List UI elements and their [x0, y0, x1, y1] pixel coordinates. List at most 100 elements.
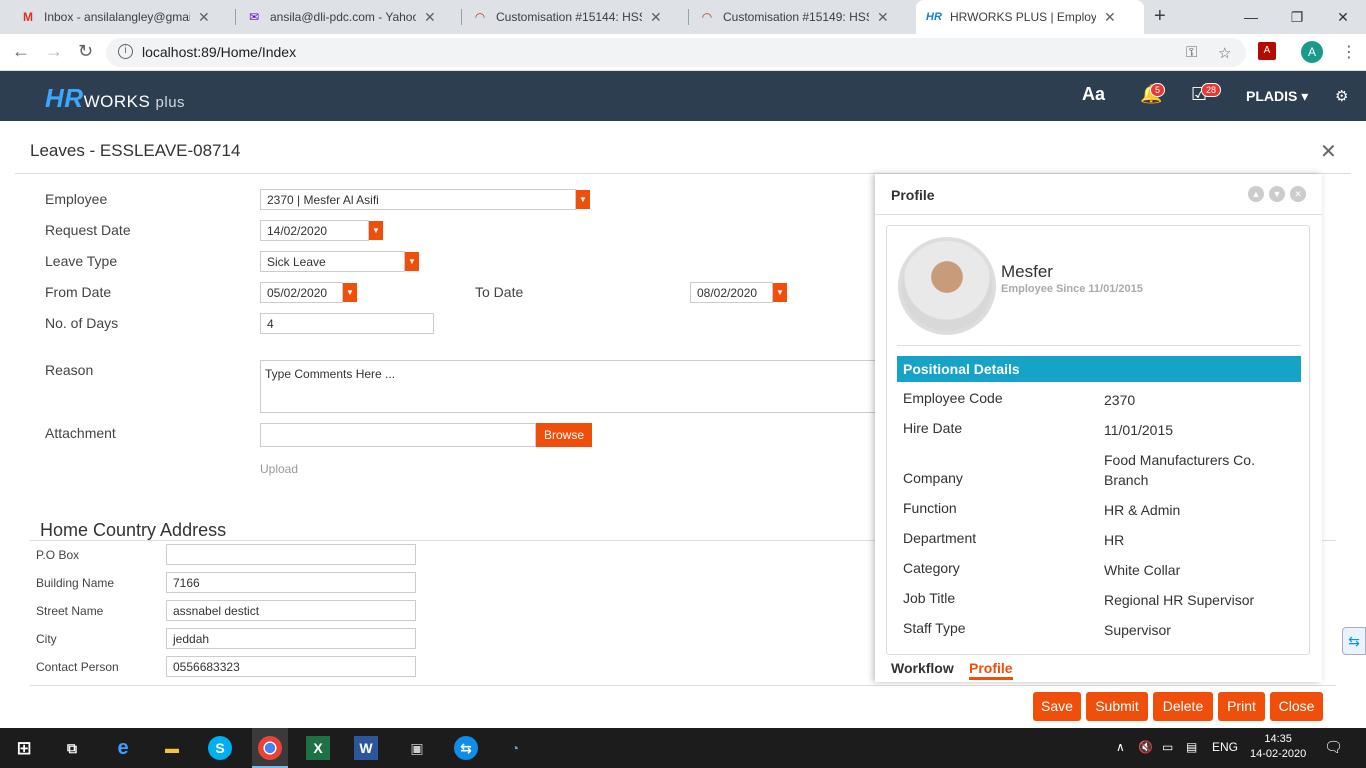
browse-button[interactable]: Browse	[536, 423, 592, 447]
chevron-down-icon[interactable]: ▼	[1269, 186, 1285, 202]
font-size-button[interactable]: Aa	[1082, 84, 1105, 105]
maximize-icon[interactable]: ❐	[1274, 0, 1320, 34]
volume-muted-icon[interactable]: 🔇	[1138, 740, 1153, 754]
leave-type-label: Leave Type	[45, 253, 118, 269]
remote-desktop-icon[interactable]: ▣	[405, 736, 429, 760]
forward-icon[interactable]: →	[45, 41, 63, 62]
to-date-dropdown-icon[interactable]: ▼	[773, 283, 787, 302]
browser-tab-redmine-15144[interactable]: ◠ Customisation #15144: HSS-UI ✕	[462, 0, 689, 34]
edge-icon[interactable]: e	[111, 736, 135, 760]
close-button[interactable]: Close	[1270, 692, 1323, 721]
close-tab-icon[interactable]: ✕	[650, 9, 662, 26]
tab-profile[interactable]: Profile	[969, 660, 1013, 680]
detail-value: Regional HR Supervisor	[1104, 592, 1255, 608]
browser-tab-hrworks[interactable]: HR HRWORKS PLUS | Employee Se ✕	[916, 0, 1144, 34]
to-date-label: To Date	[475, 284, 524, 300]
city-field[interactable]: jeddah	[166, 628, 416, 649]
leave-type-select[interactable]: Sick Leave	[260, 251, 405, 272]
teamviewer-side-icon[interactable]: ⇆	[1342, 627, 1366, 655]
street-name-label: Street Name	[36, 604, 104, 618]
app-icon[interactable]: ◔	[503, 736, 527, 760]
system-clock[interactable]: 14:35 14-02-2020	[1250, 732, 1306, 762]
print-button[interactable]: Print	[1218, 692, 1265, 721]
site-info-icon[interactable]: i	[118, 44, 133, 59]
po-box-label: P.O Box	[36, 548, 80, 562]
to-date-field[interactable]: 08/02/2020	[690, 282, 773, 303]
close-tab-icon[interactable]: ✕	[1104, 9, 1116, 26]
from-date-dropdown-icon[interactable]: ▼	[343, 283, 357, 302]
minimize-icon[interactable]: —	[1228, 0, 1274, 34]
chrome-icon[interactable]	[258, 736, 282, 760]
close-panel-icon[interactable]: ✕	[1290, 186, 1306, 202]
settings-gears-icon[interactable]: ⚙	[1335, 87, 1348, 105]
task-view-icon[interactable]: ⧉	[60, 736, 84, 760]
contact-person-field[interactable]: 0556683323	[166, 656, 416, 677]
detail-value: Supervisor	[1104, 622, 1171, 638]
reason-textarea[interactable]: Type Comments Here ...	[260, 360, 930, 413]
browser-menu-icon[interactable]: ⋮	[1341, 42, 1357, 62]
from-date-label: From Date	[45, 284, 112, 300]
close-window-icon[interactable]: ✕	[1320, 0, 1366, 34]
panel-divider	[875, 214, 1322, 215]
days-field[interactable]: 4	[260, 313, 434, 334]
word-icon[interactable]: W	[354, 736, 378, 760]
detail-value: White Collar	[1104, 562, 1181, 578]
network-icon[interactable]: ▭	[1162, 740, 1173, 754]
request-date-field[interactable]: 14/02/2020	[260, 220, 369, 241]
teamviewer-icon[interactable]: ⇆	[454, 736, 478, 760]
submit-button[interactable]: Submit	[1086, 692, 1148, 721]
url-text[interactable]: localhost:89/Home/Index	[142, 44, 296, 60]
attachment-field[interactable]	[260, 423, 536, 447]
tray-chevron-up-icon[interactable]: ∧	[1116, 740, 1125, 754]
pdf-extension-icon[interactable]: A	[1258, 42, 1276, 60]
building-name-field[interactable]: 7166	[166, 572, 416, 593]
skype-icon[interactable]: S	[208, 736, 232, 760]
bookmark-star-icon[interactable]: ☆	[1218, 44, 1231, 62]
delete-button[interactable]: Delete	[1153, 692, 1213, 721]
attachment-label: Attachment	[45, 425, 116, 441]
hrworks-logo[interactable]: HRWORKS plus	[45, 83, 185, 114]
request-date-dropdown-icon[interactable]: ▼	[369, 221, 383, 240]
org-name: PLADIS	[1246, 88, 1298, 104]
browser-tab-gmail[interactable]: M Inbox - ansilalangley@gmail.cc ✕	[10, 0, 236, 34]
employee-photo	[898, 237, 996, 335]
logo-plus: plus	[155, 94, 186, 111]
close-tab-icon[interactable]: ✕	[424, 9, 436, 26]
from-date-field[interactable]: 05/02/2020	[260, 282, 343, 303]
logo-hr: HR	[45, 83, 84, 113]
new-tab-button[interactable]: +	[1154, 5, 1166, 28]
back-icon[interactable]: ←	[12, 41, 30, 62]
leave-type-dropdown-icon[interactable]: ▼	[405, 252, 419, 271]
employee-select[interactable]: 2370 | Mesfer Al Asifi	[260, 189, 576, 210]
tab-workflow[interactable]: Workflow	[891, 660, 954, 676]
url-bar[interactable]: i localhost:89/Home/Index ⚿ ☆	[106, 38, 1246, 67]
close-page-icon[interactable]: ✕	[1320, 139, 1337, 164]
close-tab-icon[interactable]: ✕	[877, 9, 889, 26]
street-name-field[interactable]: assnabel destict	[166, 600, 416, 621]
tab-title: Customisation #15149: HSS-UI	[723, 10, 869, 24]
display-icon[interactable]: ▤	[1186, 740, 1197, 754]
save-button[interactable]: Save	[1033, 692, 1081, 721]
key-icon[interactable]: ⚿	[1186, 44, 1197, 61]
reload-icon[interactable]: ↻	[78, 41, 93, 62]
profile-card: Mesfer Employee Since 11/01/2015 Positio…	[886, 225, 1310, 655]
browser-tab-redmine-15149[interactable]: ◠ Customisation #15149: HSS-UI ✕	[689, 0, 916, 34]
clock-time: 14:35	[1264, 733, 1292, 745]
org-switcher[interactable]: PLADIS ▾	[1246, 88, 1308, 105]
browser-profile-avatar[interactable]: A	[1301, 41, 1323, 63]
close-tab-icon[interactable]: ✕	[198, 9, 210, 26]
language-indicator[interactable]: ENG	[1212, 740, 1238, 754]
upload-link[interactable]: Upload	[260, 462, 298, 476]
card-divider	[897, 345, 1301, 346]
excel-icon[interactable]: X	[306, 736, 330, 760]
employee-since: Employee Since 11/01/2015	[1001, 283, 1143, 295]
browser-tab-yahoo[interactable]: ✉ ansila@dli-pdc.com - Yahoo M ✕	[236, 0, 462, 34]
tab-title: HRWORKS PLUS | Employee Se	[950, 10, 1096, 24]
file-explorer-icon[interactable]: ▬	[160, 736, 184, 760]
notification-center-icon[interactable]: 🗨	[1324, 738, 1343, 756]
windows-start-icon[interactable]: ⊞	[12, 736, 36, 760]
chevron-up-icon[interactable]: ▲	[1248, 186, 1264, 202]
po-box-field[interactable]	[166, 544, 416, 565]
address-bar: ← → ↻ i localhost:89/Home/Index ⚿ ☆	[0, 34, 1366, 71]
employee-dropdown-icon[interactable]: ▼	[576, 190, 590, 209]
